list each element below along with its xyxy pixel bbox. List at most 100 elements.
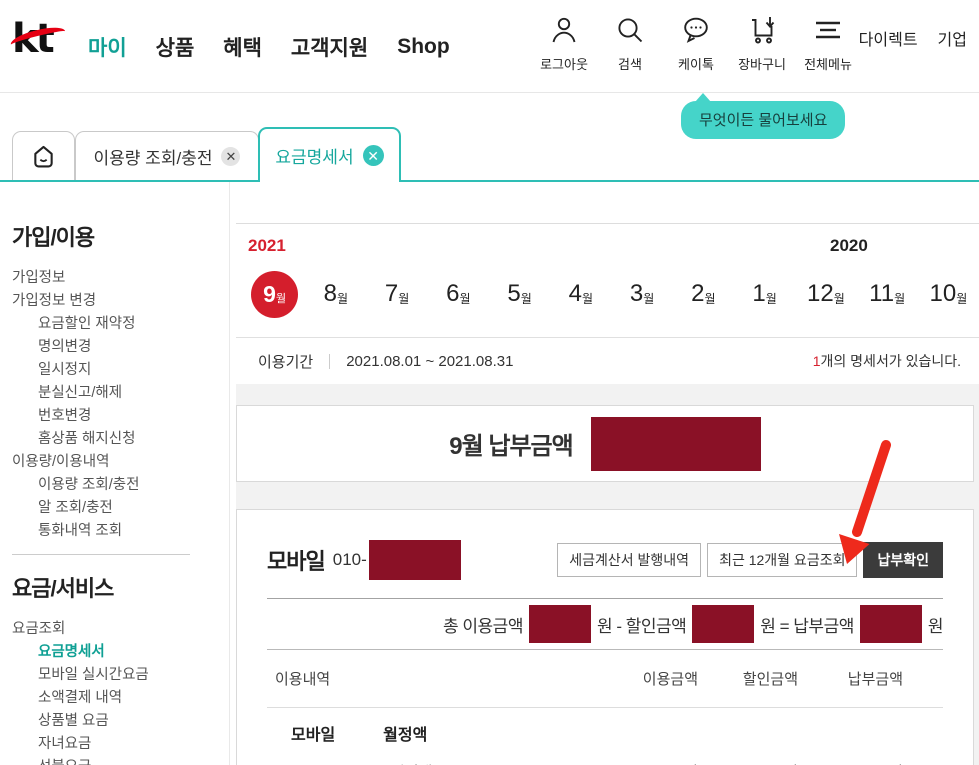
sidebar-item[interactable]: 명의변경 (12, 336, 229, 359)
month-11[interactable]: 11 월 (857, 268, 918, 320)
sidebar-section-divider (12, 554, 190, 555)
sidebar-item[interactable]: 이용량 조회/충전 (12, 474, 229, 497)
all-menu-button[interactable]: 전체메뉴 (802, 14, 854, 73)
cart-icon (746, 14, 778, 51)
sidebar-item[interactable]: 가입정보 변경 (12, 290, 229, 313)
month-suffix: 월 (337, 292, 349, 306)
sidebar-item[interactable]: 가입정보 (12, 267, 229, 290)
month-5[interactable]: 5월 (489, 268, 550, 320)
sidebar-item[interactable]: 요금조회 (12, 618, 229, 641)
month-12[interactable]: 12 월 (795, 268, 856, 320)
month-3[interactable]: 3월 (612, 268, 673, 320)
sidebar-item[interactable]: 소액결제 내역 (12, 687, 229, 710)
close-icon[interactable]: ✕ (362, 145, 384, 166)
month-number: 10 (929, 280, 957, 307)
month-number: 7 (384, 280, 399, 307)
recent-12months-button[interactable]: 최근 12개월 요금조회 (707, 543, 858, 577)
monthly-payment-card: 9월 납부금액 (236, 405, 974, 482)
month-selector-panel: 2021 2020 9 월 8 월 7 월 6 월 5 월 4 월 3 월 2 월 1 월 12 월 11 월 10 월 (236, 223, 979, 320)
month-1[interactable]: 1월 (734, 268, 795, 320)
month-7[interactable]: 7월 (367, 268, 428, 320)
header-links: 다이렉트 기업 (859, 26, 967, 50)
table-row: 월정액88,000 원43,975 원44,025 원 (267, 761, 943, 765)
tab-usage-label: 이용량 조회/충전 (93, 148, 213, 168)
business-link[interactable]: 기업 (938, 26, 967, 50)
month-suffix: 월 (956, 292, 968, 306)
sidebar-item[interactable]: 상품별 요금 (12, 710, 229, 733)
year-labels: 2021 2020 (236, 236, 979, 260)
month-2[interactable]: 2월 (673, 268, 734, 320)
month-9[interactable]: 9월 (244, 268, 305, 320)
sidebar-section-title: 가입/이용 (12, 225, 95, 250)
sidebar-item[interactable]: 요금할인 재약정 (12, 313, 229, 336)
month-suffix: 월 (894, 292, 906, 306)
month-6[interactable]: 6월 (428, 268, 489, 320)
logout-person-icon (548, 14, 580, 51)
cart-button[interactable]: 장바구니 (736, 14, 788, 73)
sidebar-item[interactable]: 홈상품 해지신청 (12, 428, 229, 451)
month-number: 3 (629, 280, 644, 307)
month-selector: 9 월 8 월 7 월 6 월 5 월 4 월 3 월 2 월 1 월 12 월 11 월 10 월 (236, 268, 979, 320)
statement-count-notice: 1개의 명세서가 있습니다. (813, 351, 961, 371)
tooltip-text: 무엇이든 물어보세요 (699, 112, 828, 129)
month-number: 5 (507, 280, 521, 307)
sidebar-item[interactable]: 알 조회/충전 (12, 497, 229, 520)
nav-my[interactable]: 마이 (88, 32, 127, 62)
month-suffix: 월 (520, 292, 532, 306)
sidebar: 가입/이용가입정보 가입정보 변경 요금할인 재약정 명의변경 일시정지 분실신고/해제 번… (0, 182, 229, 765)
sidebar-item[interactable]: 자녀요금 (12, 733, 229, 756)
redacted-usage-amount (528, 605, 591, 643)
month-suffix: 월 (643, 292, 655, 306)
column-header: 이용내역 (275, 671, 331, 688)
month-4[interactable]: 4월 (550, 268, 611, 320)
nav-products[interactable]: 상품 (156, 32, 195, 62)
row-discount-amount: 43,975 원 (698, 761, 798, 765)
service-name: 모바일 (267, 549, 326, 574)
logout-button[interactable]: 로그아웃 (538, 14, 590, 73)
month-10[interactable]: 10 월 (918, 268, 979, 320)
sidebar-item[interactable]: 요금명세서 (12, 641, 229, 664)
sidebar-item[interactable]: 이용량/이용내역 (12, 451, 229, 474)
bill-detail-header: 모바일 010- 세금계산서 발행내역 최근 12개월 요금조회 납부확인 (267, 536, 943, 584)
tab-bill[interactable]: 요금명세서 ✕ (258, 127, 401, 182)
search-button-label: 검색 (618, 57, 642, 72)
nav-support[interactable]: 고객지원 (291, 32, 368, 62)
sidebar-item[interactable]: 일시정지 (12, 359, 229, 382)
sidebar-item[interactable]: 통화내역 조회 (12, 520, 229, 543)
header-icon-menu: 로그아웃 검색 케이톡 장바구니 전체메뉴 (538, 14, 854, 73)
row-payment-amount: 44,025 원 (798, 761, 903, 765)
payment-confirm-button[interactable]: 납부확인 (863, 542, 943, 578)
month-suffix: 월 (582, 292, 594, 306)
tab-home[interactable] (12, 131, 75, 180)
sidebar-item[interactable]: 분실신고/해제 (12, 382, 229, 405)
month-suffix: 월 (398, 292, 410, 306)
month-number: 6 (446, 280, 460, 307)
close-icon[interactable]: ✕ (221, 146, 241, 166)
year-2021-label: 2021 (248, 236, 286, 255)
column-header: 납부금액 (847, 671, 903, 688)
tab-usage[interactable]: 이용량 조회/충전 ✕ (75, 131, 259, 180)
month-8[interactable]: 8월 (305, 268, 366, 320)
month-number: 2 (691, 280, 705, 307)
period-label: 이용기간 (258, 353, 314, 371)
tab-bill-label: 요금명세서 (275, 148, 354, 167)
cart-button-label: 장바구니 (738, 57, 786, 72)
sidebar-item[interactable]: 선불요금 (12, 756, 229, 765)
ktalk-button[interactable]: 케이톡 (670, 14, 722, 73)
kt-logo[interactable]: kt (8, 16, 68, 62)
won-suffix: 원 (927, 616, 944, 636)
bill-detail-card: 모바일 010- 세금계산서 발행내역 최근 12개월 요금조회 납부확인 총 이용… (236, 509, 974, 765)
ktalk-button-label: 케이톡 (678, 57, 714, 72)
sidebar-item[interactable]: 모바일 실시간요금 (12, 664, 229, 687)
year-2020-label: 2020 (830, 236, 868, 255)
payment-label: 원 = 납부금액 (760, 616, 854, 636)
phone-number-prefix: 010- (332, 550, 367, 569)
direct-link[interactable]: 다이렉트 (859, 26, 918, 50)
ktalk-tooltip: 무엇이든 물어보세요 (681, 93, 846, 139)
tooltip-caret-icon (695, 93, 711, 102)
sidebar-item[interactable]: 번호변경 (12, 405, 229, 428)
nav-shop[interactable]: Shop (397, 35, 450, 59)
search-button[interactable]: 검색 (604, 14, 656, 73)
tax-invoice-button[interactable]: 세금계산서 발행내역 (557, 543, 702, 577)
nav-benefits[interactable]: 혜택 (223, 32, 262, 62)
